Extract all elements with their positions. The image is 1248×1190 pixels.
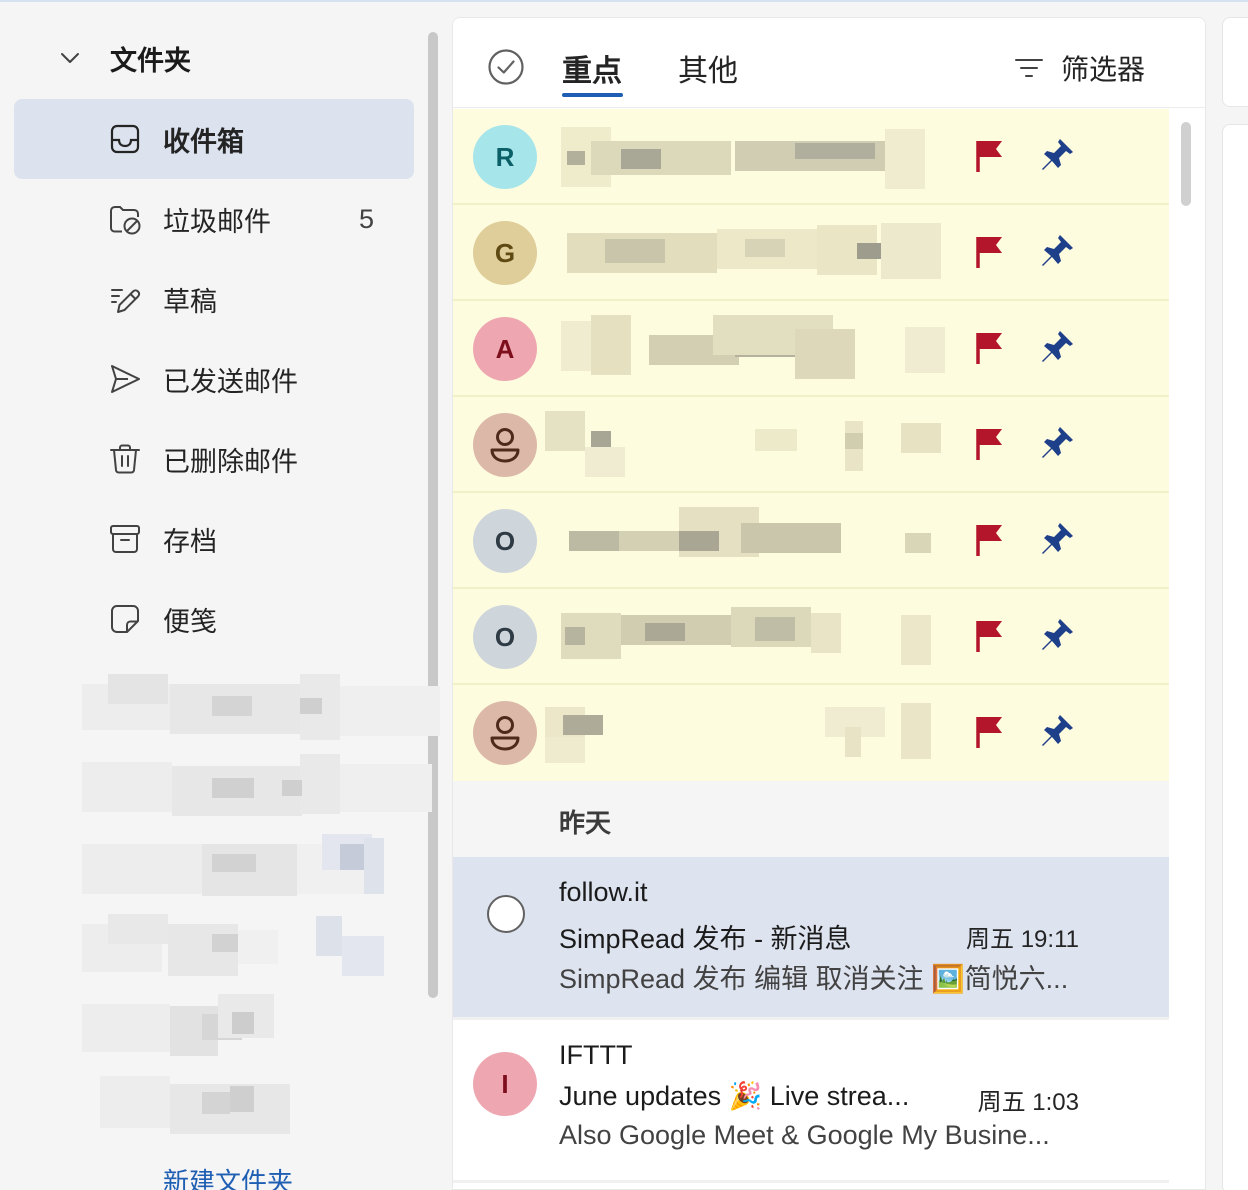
person-avatar-icon xyxy=(473,413,537,477)
message-subject: June updates 🎉 Live strea... xyxy=(559,1081,910,1111)
sidebar-item-label: 便笺 xyxy=(163,606,217,637)
person-icon xyxy=(490,428,520,463)
tab-other[interactable]: 其他 xyxy=(678,46,738,90)
avatar: O xyxy=(473,605,537,669)
flag-icon[interactable] xyxy=(975,139,1005,173)
message-preview: Also Google Meet & Google My Busine... xyxy=(559,1120,1050,1150)
sidebar-scrollbar[interactable] xyxy=(428,32,438,998)
message-row[interactable]: I IFTTT June updates 🎉 Live strea... 周五 … xyxy=(453,1020,1169,1180)
pinned-message-row[interactable]: R xyxy=(453,109,1169,205)
sidebar-item-label: 草稿 xyxy=(163,286,217,317)
redacted-folder-item[interactable] xyxy=(82,994,282,1060)
sidebar-item-inbox[interactable]: 收件箱 xyxy=(14,99,414,179)
select-all-checkbox-icon[interactable] xyxy=(487,48,525,86)
note-icon xyxy=(111,605,139,633)
pin-icon[interactable] xyxy=(1039,713,1075,749)
folder-sidebar: 文件夹 收件箱 垃圾邮件 5 草稿 已发送邮件 已删除邮件 存档 便笺 新建文件… xyxy=(0,2,440,1190)
redacted-message-text xyxy=(545,411,965,479)
archive-icon xyxy=(110,525,140,553)
redacted-folder-item[interactable] xyxy=(82,1074,292,1140)
sidebar-item-archive[interactable]: 存档 xyxy=(14,499,414,579)
avatar: G xyxy=(473,221,537,285)
list-scrollbar[interactable] xyxy=(1181,122,1191,206)
junk-icon xyxy=(110,206,141,235)
trash-icon xyxy=(110,444,140,474)
person-icon xyxy=(490,716,520,751)
date-group-label: 昨天 xyxy=(559,808,612,838)
filter-button[interactable]: 筛选器 xyxy=(1013,48,1145,88)
select-message-radio[interactable] xyxy=(487,895,525,933)
pin-icon[interactable] xyxy=(1039,425,1075,461)
sidebar-item-label: 已发送邮件 xyxy=(163,366,298,397)
sidebar-item-junk[interactable]: 垃圾邮件 5 xyxy=(14,179,414,259)
redacted-folder-item[interactable] xyxy=(82,834,387,900)
sidebar-item-sent[interactable]: 已发送邮件 xyxy=(14,339,414,419)
active-tab-indicator xyxy=(562,93,623,97)
flag-icon[interactable] xyxy=(975,619,1005,653)
person-avatar-icon xyxy=(473,701,537,765)
pinned-message-row[interactable] xyxy=(453,397,1169,493)
sidebar-item-deleted[interactable]: 已删除邮件 xyxy=(14,419,414,499)
folders-header[interactable]: 文件夹 xyxy=(56,36,191,80)
reading-pane xyxy=(1222,124,1248,1190)
sidebar-item-drafts[interactable]: 草稿 xyxy=(14,259,414,339)
pinned-message-row[interactable] xyxy=(453,685,1169,781)
redacted-message-text xyxy=(545,503,965,575)
unread-count: 5 xyxy=(359,203,375,234)
date-group-header: 昨天 xyxy=(453,781,1169,857)
pinned-message-row[interactable]: G xyxy=(453,205,1169,301)
message-preview: SimpRead 发布 编辑 取消关注 🖼️简悦六... xyxy=(559,964,1069,994)
sidebar-item-label: 垃圾邮件 xyxy=(163,206,271,237)
message-list: 重点 其他 筛选器 R G A O O 昨天 follow.it SimpRea… xyxy=(452,17,1206,1190)
sidebar-item-label: 收件箱 xyxy=(163,126,244,157)
redacted-folder-item[interactable] xyxy=(82,674,440,740)
pinned-messages: R G A O O xyxy=(453,109,1169,781)
flag-icon[interactable] xyxy=(975,715,1005,749)
avatar: O xyxy=(473,509,537,573)
pin-icon[interactable] xyxy=(1039,137,1075,173)
row-divider xyxy=(453,1180,1169,1183)
pin-icon[interactable] xyxy=(1039,521,1075,557)
redacted-message-text xyxy=(545,219,965,289)
flag-icon[interactable] xyxy=(975,427,1005,461)
tab-focused[interactable]: 重点 xyxy=(562,46,622,90)
message-sender: follow.it xyxy=(559,877,648,907)
avatar: A xyxy=(473,317,537,381)
redacted-message-text xyxy=(545,127,965,193)
redacted-folder-item[interactable] xyxy=(82,914,387,980)
flag-icon[interactable] xyxy=(975,235,1005,269)
chevron-down-icon[interactable] xyxy=(56,44,84,72)
avatar: I xyxy=(473,1052,537,1116)
pinned-message-row[interactable]: O xyxy=(453,589,1169,685)
sidebar-item-label: 已删除邮件 xyxy=(163,446,298,477)
pin-icon[interactable] xyxy=(1039,329,1075,365)
message-time: 周五 19:11 xyxy=(966,926,1079,953)
flag-icon[interactable] xyxy=(975,523,1005,557)
pin-icon[interactable] xyxy=(1039,233,1075,269)
sidebar-item-notes[interactable]: 便笺 xyxy=(14,579,414,659)
send-icon xyxy=(111,365,140,393)
reading-pane-toolbar xyxy=(1222,17,1248,107)
message-sender: IFTTT xyxy=(559,1040,633,1070)
pinned-message-row[interactable]: O xyxy=(453,493,1169,589)
filter-icon xyxy=(1015,59,1043,77)
redacted-message-text xyxy=(545,697,965,769)
sidebar-item-label: 存档 xyxy=(163,526,217,557)
redacted-folder-item[interactable] xyxy=(82,754,432,820)
inbox-icon xyxy=(110,124,140,154)
folders-title: 文件夹 xyxy=(110,45,191,76)
filter-label: 筛选器 xyxy=(1061,54,1146,85)
message-subject: SimpRead 发布 - 新消息 xyxy=(559,924,852,954)
list-header: 重点 其他 筛选器 xyxy=(453,18,1205,108)
message-time: 周五 1:03 xyxy=(977,1089,1079,1116)
flag-icon[interactable] xyxy=(975,331,1005,365)
avatar: R xyxy=(473,125,537,189)
message-row[interactable]: follow.it SimpRead 发布 - 新消息 周五 19:11 Sim… xyxy=(453,857,1169,1017)
pinned-message-row[interactable]: A xyxy=(453,301,1169,397)
redacted-message-text xyxy=(545,599,965,671)
pin-icon[interactable] xyxy=(1039,617,1075,653)
drafts-icon xyxy=(111,289,141,313)
new-folder-link[interactable]: 新建文件夹 xyxy=(163,1162,293,1190)
redacted-message-text xyxy=(545,311,965,383)
